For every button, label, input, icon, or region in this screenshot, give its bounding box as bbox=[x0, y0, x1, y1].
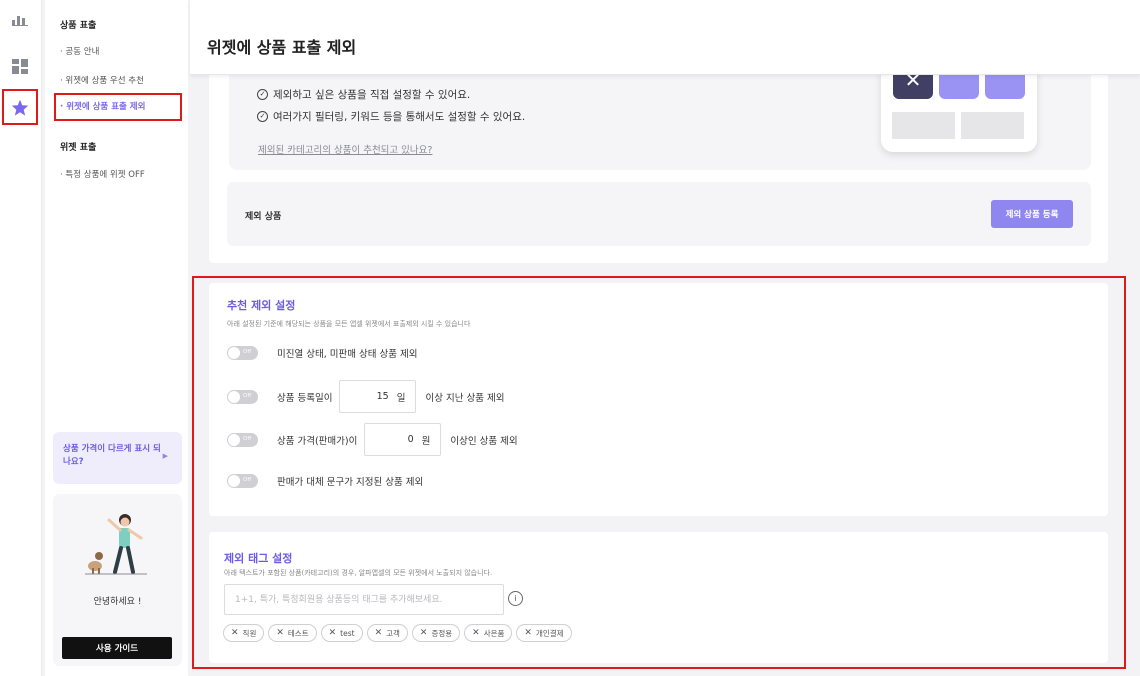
tag-chip[interactable]: ✕ test bbox=[320, 624, 363, 642]
days-input[interactable]: 15 일 bbox=[339, 380, 417, 413]
section-description: 아래 텍스트가 포함된 상품(카테고리)의 경우, 알파앱셀의 모든 위젯에서 … bbox=[224, 569, 493, 577]
sidebar-item-widget-off[interactable]: · 특정 상품에 위젯 OFF bbox=[60, 168, 145, 180]
person-with-dog-illustration bbox=[85, 514, 147, 575]
tag-input[interactable] bbox=[224, 584, 504, 615]
info-icon[interactable]: i bbox=[508, 591, 523, 606]
sidebar-item-common-guide[interactable]: · 공동 안내 bbox=[60, 45, 99, 57]
tag-exclusion-panel: 제외 태그 설정 아래 텍스트가 포함된 상품(카테고리)의 경우, 알파앱셀의… bbox=[209, 532, 1108, 663]
option-row-unlisted: Off 미진열 상태, 미판매 상태 상품 제외 bbox=[227, 338, 417, 368]
promo-text: 상품 가격이 다르게 표시 되나요? bbox=[63, 444, 161, 467]
info-line-text: 여러가지 필터링, 키워드 등을 통해서도 설정할 수 있어요. bbox=[273, 111, 526, 123]
check-circle-icon: ✓ bbox=[257, 89, 268, 100]
option-label: 판매가 대체 문구가 지정된 상품 제외 bbox=[277, 477, 424, 488]
section-title: 추천 제외 설정 bbox=[227, 299, 296, 312]
tag-chip[interactable]: ✕ 테스트 bbox=[268, 624, 317, 642]
bar-chart-icon[interactable] bbox=[8, 8, 32, 32]
sidebar-section-title: 위젯 표출 bbox=[60, 143, 97, 153]
remove-tag-icon: ✕ bbox=[524, 628, 532, 638]
illustration-tile bbox=[892, 112, 955, 139]
sidebar-item-exclude-products[interactable]: · 위젯에 상품 표출 제외 bbox=[54, 93, 182, 121]
section-description: 아래 설정된 기준에 해당되는 상품을 모든 앱셀 위젯에서 표출제외 시킬 수… bbox=[227, 320, 471, 328]
toggle-switch[interactable]: Off bbox=[227, 346, 258, 360]
option-prefix: 상품 등록일이 bbox=[277, 392, 333, 404]
tag-chip[interactable]: ✕ 직원 bbox=[223, 624, 265, 642]
intro-panel: ✓ 제외하고 싶은 상품을 직접 설정할 수 있어요. ✓ 여러가지 필터링, … bbox=[209, 60, 1108, 263]
tag-chip[interactable]: ✕ 고객 bbox=[366, 624, 408, 642]
user-guide-button[interactable]: 사용 가이드 bbox=[62, 637, 172, 659]
excluded-category-help-link[interactable]: 제외된 카테고리의 상품이 추천되고 있나요? bbox=[258, 142, 432, 156]
dashboard-icon[interactable] bbox=[8, 54, 32, 78]
greeting-text: 안녕하세요 ! bbox=[93, 597, 142, 607]
page-header: 위젯에 상품 표출 제외 bbox=[190, 0, 1140, 75]
excluded-products-box: 제외 상품 제외 상품 등록 bbox=[227, 182, 1091, 246]
tag-chip[interactable]: ✕ 증정용 bbox=[411, 624, 461, 642]
register-excluded-button[interactable]: 제외 상품 등록 bbox=[991, 200, 1073, 228]
star-icon[interactable] bbox=[2, 89, 38, 125]
toggle-switch[interactable]: Off bbox=[227, 474, 258, 488]
option-label: 미진열 상태, 미판매 상태 상품 제외 bbox=[277, 349, 418, 360]
tag-chip-list: ✕ 직원 ✕ 테스트 ✕ test ✕ 고객 ✕ 증정용 ✕ 사은품 ✕ 개인결제 bbox=[223, 624, 572, 642]
price-input[interactable]: 0원 bbox=[364, 423, 442, 456]
toggle-switch[interactable]: Off bbox=[227, 432, 258, 447]
info-line: ✓ 제외하고 싶은 상품을 직접 설정할 수 있어요. bbox=[257, 87, 470, 102]
excluded-products-label: 제외 상품 bbox=[245, 212, 282, 222]
toggle-switch[interactable]: Off bbox=[227, 389, 258, 404]
info-line: ✓ 여러가지 필터링, 키워드 등을 통해서도 설정할 수 있어요. bbox=[257, 109, 525, 124]
remove-tag-icon: ✕ bbox=[328, 628, 337, 638]
guide-card: 안녕하세요 ! 사용 가이드 bbox=[53, 494, 182, 666]
check-circle-icon: ✓ bbox=[257, 111, 268, 122]
info-box: ✓ 제외하고 싶은 상품을 직접 설정할 수 있어요. ✓ 여러가지 필터링, … bbox=[229, 60, 1091, 170]
price-help-banner[interactable]: 상품 가격이 다르게 표시 되나요? ▶ bbox=[53, 432, 182, 484]
remove-tag-icon: ✕ bbox=[276, 628, 284, 638]
section-title: 제외 태그 설정 bbox=[224, 552, 293, 565]
remove-tag-icon: ✕ bbox=[231, 628, 239, 638]
recommend-exclusion-panel: 추천 제외 설정 아래 설정된 기준에 해당되는 상품을 모든 앱셀 위젯에서 … bbox=[209, 283, 1108, 516]
sidebar-section-title: 상품 표출 bbox=[60, 21, 97, 31]
option-prefix: 상품 가격(판매가)이 bbox=[277, 435, 358, 447]
option-row-price: Off 상품 가격(판매가)이 0원 이상인 상품 제외 bbox=[227, 423, 518, 456]
remove-tag-icon: ✕ bbox=[419, 628, 428, 638]
option-suffix: 이상 지난 상품 제외 bbox=[425, 392, 505, 404]
option-suffix: 이상인 상품 제외 bbox=[450, 435, 518, 447]
illustration-tile bbox=[961, 112, 1024, 139]
remove-tag-icon: ✕ bbox=[472, 628, 480, 638]
tag-chip[interactable]: ✕ 사은품 bbox=[464, 624, 513, 642]
page-title: 위젯에 상품 표출 제외 bbox=[207, 38, 357, 57]
remove-tag-icon: ✕ bbox=[374, 628, 383, 638]
tag-chip[interactable]: ✕ 개인결제 bbox=[516, 624, 572, 642]
icon-rail bbox=[0, 0, 42, 676]
option-row-register-date: Off 상품 등록일이 15 일 이상 지난 상품 제외 bbox=[227, 380, 504, 413]
chevron-right-icon: ▶ bbox=[162, 452, 168, 460]
sidebar-nav: 상품 표출 · 공동 안내 · 위젯에 상품 우선 추천 · 위젯에 상품 표출… bbox=[45, 0, 188, 676]
info-line-text: 제외하고 싶은 상품을 직접 설정할 수 있어요. bbox=[273, 89, 471, 101]
option-row-price-text: Off 판매가 대체 문구가 지정된 상품 제외 bbox=[227, 466, 423, 496]
sidebar-item-priority-recommend[interactable]: · 위젯에 상품 우선 추천 bbox=[60, 74, 144, 86]
